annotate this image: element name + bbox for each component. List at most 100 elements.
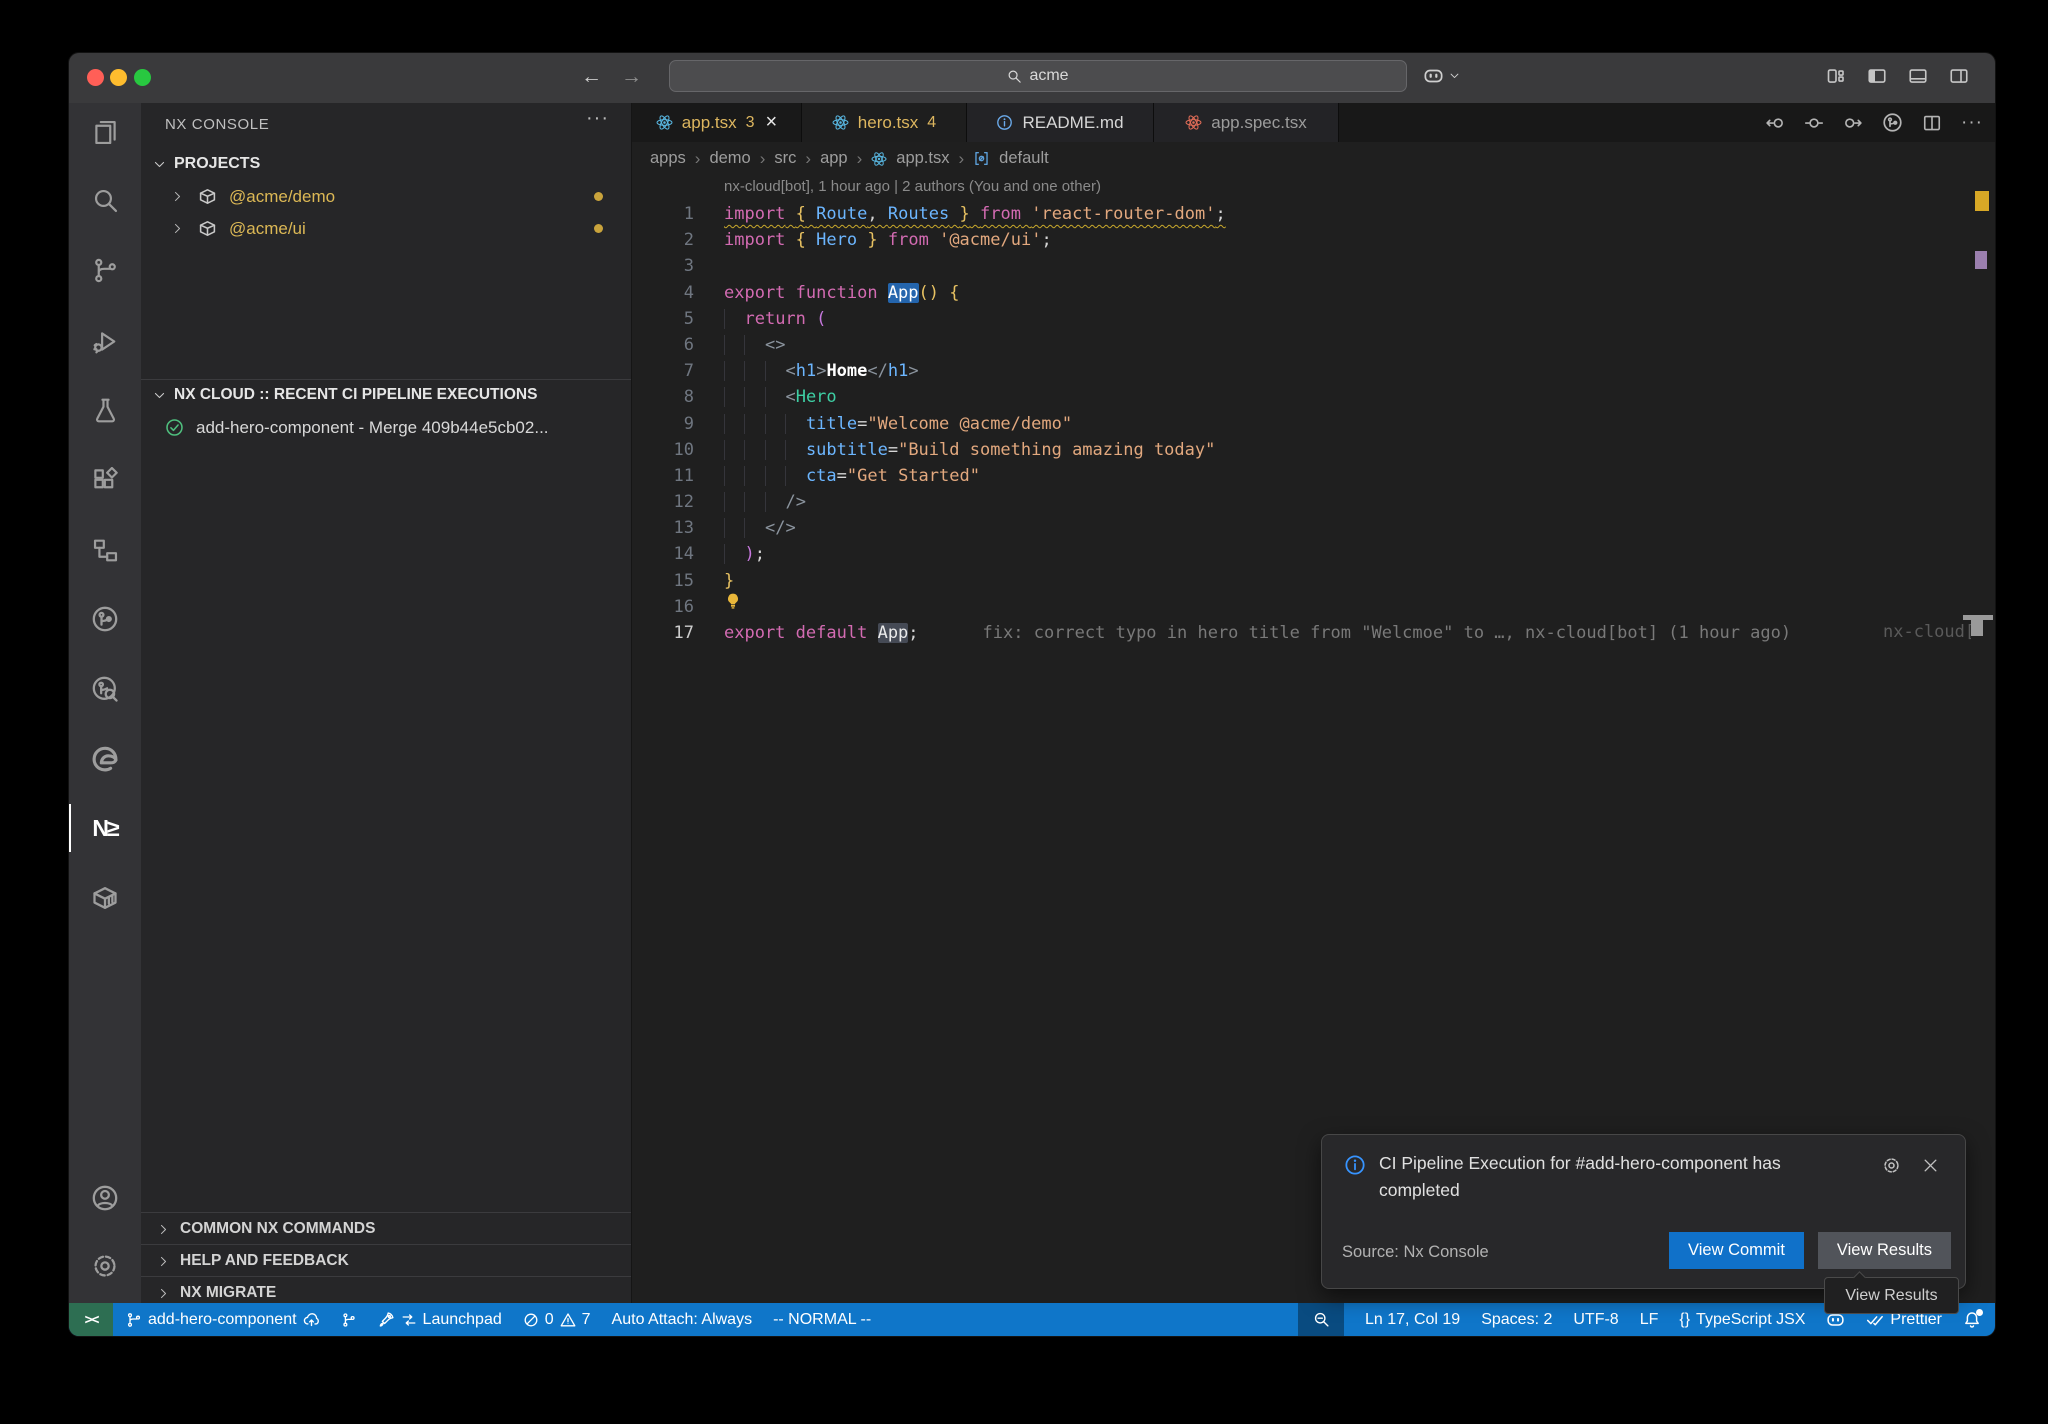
view-commit-button[interactable]: View Commit (1669, 1232, 1804, 1269)
code-line-6[interactable]: 6 <> (632, 332, 1995, 358)
navigate-forward-button[interactable]: → (621, 64, 642, 90)
toggle-primary-sidebar-icon[interactable] (1867, 66, 1887, 86)
code-line-17[interactable]: 17export default App;fix: correct typo i… (632, 620, 1995, 646)
toggle-panel-icon[interactable] (1908, 66, 1928, 86)
code-line-12[interactable]: 12 /> (632, 489, 1995, 515)
project-item-acme-ui[interactable]: @acme/ui (141, 213, 631, 244)
code-line-9[interactable]: 9 title="Welcome @acme/demo" (632, 411, 1995, 437)
code-line-14[interactable]: 14 ); (632, 541, 1995, 567)
extensions-icon[interactable] (81, 456, 129, 504)
breadcrumb-item[interactable]: app (820, 149, 848, 168)
project-item-acme-demo[interactable]: @acme/demo (141, 181, 631, 212)
overflow-blame-text: nx-cloud[b (1883, 622, 1971, 642)
react-icon (871, 151, 887, 167)
braces-icon: {} (1679, 1311, 1690, 1329)
notification-message: CI Pipeline Execution for #add-hero-comp… (1379, 1150, 1849, 1204)
view-results-button[interactable]: View Results (1818, 1232, 1951, 1269)
close-tab-icon[interactable]: × (766, 111, 778, 134)
code-line-11[interactable]: 11 cta="Get Started" (632, 463, 1995, 489)
code-line-16[interactable]: 16 (632, 594, 1995, 620)
breadcrumb-file[interactable]: app.tsx (896, 149, 949, 168)
tab-hero-tsx[interactable]: hero.tsx 4 (802, 103, 967, 142)
tab-app-spec-tsx[interactable]: app.spec.tsx (1154, 103, 1339, 142)
edge-tools-icon[interactable] (81, 735, 129, 783)
code-line-1[interactable]: 1import { Route, Routes } from 'react-ro… (632, 201, 1995, 227)
section-common-nx-commands[interactable]: COMMON NX COMMANDS (141, 1212, 631, 1245)
close-icon[interactable] (1922, 1157, 1939, 1174)
git-blame-header[interactable]: nx-cloud[bot], 1 hour ago | 2 authors (Y… (724, 178, 1101, 195)
gitlens-graph-icon[interactable] (1882, 112, 1903, 133)
settings-gear-icon[interactable] (81, 1242, 129, 1290)
testing-icon[interactable] (81, 386, 129, 434)
overview-warning-mark (1975, 191, 1989, 211)
minimize-window-button[interactable] (110, 69, 127, 86)
line-number: 15 (632, 568, 694, 594)
gitlens-branch-status-item[interactable] (341, 1312, 357, 1328)
project-label: @acme/demo (229, 187, 335, 207)
code-line-4[interactable]: 4export function App() { (632, 280, 1995, 306)
zoom-status-item[interactable] (1298, 1303, 1344, 1336)
search-icon[interactable] (81, 176, 129, 224)
tab-app-tsx[interactable]: app.tsx 3 × (632, 103, 802, 142)
encoding-status-item[interactable]: UTF-8 (1573, 1311, 1618, 1329)
problems-status-item[interactable]: 0 7 (523, 1311, 591, 1329)
cursor-position-status-item[interactable]: Ln 17, Col 19 (1365, 1311, 1460, 1329)
code-line-2[interactable]: 2import { Hero } from '@acme/ui'; (632, 227, 1995, 253)
auto-attach-status-item[interactable]: Auto Attach: Always (612, 1311, 753, 1329)
more-actions-icon[interactable]: ··· (586, 107, 609, 130)
open-changes-next-icon[interactable] (1843, 113, 1863, 133)
open-changes-icon[interactable] (1804, 113, 1824, 133)
code-line-10[interactable]: 10 subtitle="Build something amazing tod… (632, 437, 1995, 463)
customize-layout-icon[interactable] (1826, 66, 1846, 86)
notifications-bell[interactable] (1963, 1311, 1981, 1329)
language-mode-status-item[interactable]: {} TypeScript JSX (1679, 1311, 1805, 1329)
rocket-icon (378, 1311, 395, 1328)
zoom-window-button[interactable] (134, 69, 151, 86)
containers-icon[interactable] (81, 874, 129, 922)
gitlens-icon[interactable] (81, 595, 129, 643)
code-line-15[interactable]: 15} (632, 568, 1995, 594)
notification-settings-gear-icon[interactable] (1882, 1156, 1901, 1175)
projects-section-header[interactable]: PROJECTS (141, 149, 631, 179)
navigate-back-button[interactable]: ← (581, 64, 602, 90)
launchpad-status-item[interactable]: Launchpad (378, 1311, 502, 1329)
check-circle-icon (165, 418, 184, 437)
remote-indicator[interactable]: >< (69, 1303, 113, 1336)
code-area[interactable]: 1import { Route, Routes } from 'react-ro… (632, 201, 1995, 646)
project-graph-icon[interactable] (81, 526, 129, 574)
more-actions-icon[interactable]: ··· (1961, 112, 1983, 134)
command-center-search[interactable]: acme (669, 60, 1407, 92)
copilot-menu[interactable] (1423, 65, 1460, 86)
tab-readme-md[interactable]: README.md (967, 103, 1154, 142)
run-and-debug-icon[interactable] (81, 317, 129, 365)
explorer-icon[interactable] (81, 108, 129, 156)
source-control-icon[interactable] (81, 246, 129, 294)
toggle-secondary-sidebar-icon[interactable] (1949, 66, 1969, 86)
account-icon[interactable] (81, 1174, 129, 1222)
breadcrumb-item[interactable]: src (774, 149, 796, 168)
code-line-3[interactable]: 3 (632, 253, 1995, 279)
indentation-status-item[interactable]: Spaces: 2 (1481, 1311, 1552, 1329)
pipeline-execution-item[interactable]: add-hero-component - Merge 409b44e5cb02.… (141, 412, 631, 443)
tab-label: app.spec.tsx (1211, 113, 1306, 133)
activity-bar: N≥ (69, 103, 141, 1303)
tab-badge: 4 (927, 114, 936, 132)
code-line-13[interactable]: 13 </> (632, 515, 1995, 541)
code-line-5[interactable]: 5 return ( (632, 306, 1995, 332)
split-editor-icon[interactable] (1922, 113, 1942, 133)
breadcrumb-item[interactable]: apps (650, 149, 686, 168)
branch-status-item[interactable]: add-hero-component (126, 1311, 320, 1329)
close-window-button[interactable] (87, 69, 104, 86)
breadcrumb-symbol[interactable]: default (999, 149, 1049, 168)
section-help-and-feedback[interactable]: HELP AND FEEDBACK (141, 1244, 631, 1277)
nx-console-icon[interactable]: N≥ (81, 804, 129, 852)
vim-mode-status-item[interactable]: -- NORMAL -- (773, 1311, 871, 1329)
open-changes-prev-icon[interactable] (1765, 113, 1785, 133)
nx-cloud-section-header[interactable]: NX CLOUD :: RECENT CI PIPELINE EXECUTION… (141, 379, 631, 410)
eol-status-item[interactable]: LF (1640, 1311, 1659, 1329)
code-line-8[interactable]: 8 <Hero (632, 384, 1995, 410)
lightbulb-icon[interactable] (724, 592, 742, 619)
code-line-7[interactable]: 7 <h1>Home</h1> (632, 358, 1995, 384)
breadcrumb-item[interactable]: demo (709, 149, 750, 168)
gitlens-inspect-icon[interactable] (81, 665, 129, 713)
